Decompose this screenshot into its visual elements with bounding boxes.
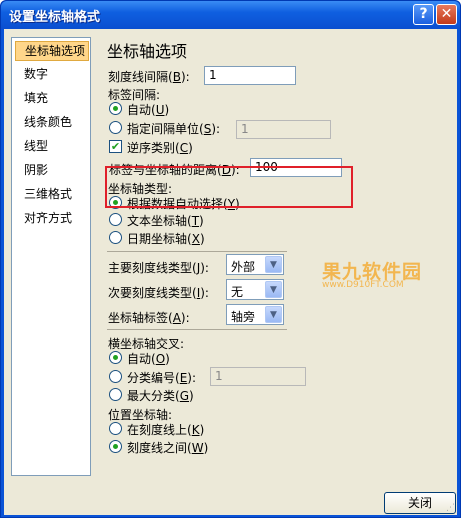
major-tick-type-value: 外部 — [231, 260, 256, 274]
sidebar-item-3d-format[interactable]: 三维格式 — [15, 184, 89, 204]
axis-type-auto-radio[interactable] — [109, 196, 122, 209]
sidebar-item-line-style[interactable]: 线型 — [15, 136, 89, 156]
separator — [107, 329, 287, 330]
label-distance-input[interactable]: 100 — [250, 158, 342, 177]
dialog-window: 设置坐标轴格式 ? ✕ 坐标轴选项 数字 填充 线条颜色 线型 阴影 三维格式 … — [0, 0, 461, 518]
tick-interval-label: 刻度线间隔(B): — [108, 70, 190, 84]
window-title: 设置坐标轴格式 — [9, 10, 101, 25]
axis-labels-label: 坐标轴标签(A): — [108, 311, 190, 325]
watermark-url: www.D910FT.COM — [322, 280, 404, 290]
major-tick-type-label: 主要刻度线类型(J): — [108, 261, 209, 275]
sidebar-item-fill[interactable]: 填充 — [15, 88, 89, 108]
minor-tick-type-value: 无 — [231, 285, 244, 299]
chevron-down-icon: ▼ — [265, 306, 282, 323]
sidebar-item-shadow[interactable]: 阴影 — [15, 160, 89, 180]
axis-type-text-radio[interactable] — [109, 213, 122, 226]
panel-heading: 坐标轴选项 — [107, 42, 188, 61]
axis-type-date-label[interactable]: 日期坐标轴(X) — [127, 230, 205, 247]
cross-auto-radio[interactable] — [109, 351, 122, 364]
dialog-body: 坐标轴选项 数字 填充 线条颜色 线型 阴影 三维格式 对齐方式 坐标轴选项 刻… — [4, 29, 457, 515]
window-close-button[interactable]: ✕ — [436, 4, 457, 25]
axis-labels-select[interactable]: 轴旁 ▼ — [226, 304, 284, 325]
chevron-down-icon: ▼ — [265, 281, 282, 298]
cross-category-number-input[interactable]: 1 — [210, 367, 306, 386]
cross-auto-label[interactable]: 自动(O) — [127, 350, 170, 367]
cross-category-number-label[interactable]: 分类编号(E): — [127, 369, 196, 386]
sidebar-item-axis-options[interactable]: 坐标轴选项 — [15, 41, 89, 61]
label-interval-specify-radio[interactable] — [109, 121, 122, 134]
cross-max-category-label[interactable]: 最大分类(G) — [127, 387, 194, 404]
chevron-down-icon: ▼ — [265, 256, 282, 273]
axis-type-date-radio[interactable] — [109, 231, 122, 244]
position-between-tick-radio[interactable] — [109, 440, 122, 453]
minor-tick-type-select[interactable]: 无 ▼ — [226, 279, 284, 300]
label-interval-unit-input[interactable]: 1 — [236, 120, 331, 139]
sidebar-item-line-color[interactable]: 线条颜色 — [15, 112, 89, 132]
axis-type-text-label[interactable]: 文本坐标轴(T) — [127, 212, 204, 229]
label-interval-specify-label[interactable]: 指定间隔单位(S): — [127, 120, 220, 137]
label-interval-auto-radio[interactable] — [109, 102, 122, 115]
sidebar-item-alignment[interactable]: 对齐方式 — [15, 208, 89, 228]
tick-interval-input[interactable]: 1 — [204, 66, 296, 85]
cross-category-number-radio[interactable] — [109, 370, 122, 383]
position-on-tick-label[interactable]: 在刻度线上(K) — [127, 421, 204, 438]
position-between-tick-label[interactable]: 刻度线之间(W) — [127, 439, 208, 456]
minor-tick-type-label: 次要刻度线类型(I): — [108, 286, 209, 300]
position-on-tick-radio[interactable] — [109, 422, 122, 435]
cross-max-category-radio[interactable] — [109, 388, 122, 401]
options-panel: 坐标轴选项 刻度线间隔(B): 1 标签间隔: 自动(U) 指定间隔单位(S):… — [100, 29, 452, 479]
reverse-order-checkbox[interactable]: ✔ — [109, 140, 122, 153]
reverse-order-label[interactable]: 逆序类别(C) — [127, 139, 193, 156]
resize-grip-icon[interactable]: ⋰ — [446, 504, 456, 514]
help-button[interactable]: ? — [413, 4, 434, 25]
category-list: 坐标轴选项 数字 填充 线条颜色 线型 阴影 三维格式 对齐方式 — [11, 37, 91, 476]
sidebar-item-number[interactable]: 数字 — [15, 64, 89, 84]
title-bar[interactable]: 设置坐标轴格式 ? ✕ — [1, 1, 460, 29]
label-distance-label: 标签与坐标轴的距离(D): — [109, 163, 240, 177]
axis-type-auto-label[interactable]: 根据数据自动选择(Y) — [127, 195, 240, 212]
axis-labels-value: 轴旁 — [231, 310, 256, 324]
separator — [107, 251, 287, 252]
label-interval-auto-label[interactable]: 自动(U) — [127, 101, 169, 118]
major-tick-type-select[interactable]: 外部 ▼ — [226, 254, 284, 275]
